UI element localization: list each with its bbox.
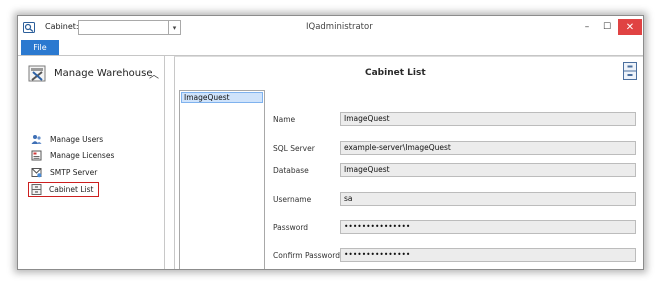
- name-label: Name: [273, 115, 296, 124]
- nav-item-label: Manage Users: [50, 135, 104, 144]
- nav-item-label: Cabinet List: [49, 185, 94, 194]
- nav-item-smtp-server[interactable]: SMTP Server: [28, 166, 153, 180]
- nav-item-label: Manage Licenses: [50, 151, 115, 160]
- maximize-button[interactable]: ☐: [598, 19, 616, 35]
- sql-server-field[interactable]: example-server\ImageQuest: [340, 141, 636, 155]
- database-label: Database: [273, 166, 309, 175]
- panel-title: Cabinet List: [365, 68, 426, 78]
- username-label: Username: [273, 195, 312, 204]
- cabinet-listbox[interactable]: ImageQuest: [179, 90, 265, 269]
- cabinet-icon[interactable]: [623, 62, 637, 80]
- chevron-down-icon[interactable]: ▾: [168, 21, 180, 34]
- database-field[interactable]: ImageQuest: [340, 163, 636, 177]
- nav-item-cabinet-list[interactable]: Cabinet List: [28, 182, 99, 197]
- content-area: Cabinet List ImageQuest Name ImageQuest …: [174, 56, 643, 269]
- name-field[interactable]: ImageQuest: [340, 112, 636, 126]
- nav-section-header[interactable]: Manage Warehouse ︿: [28, 65, 159, 83]
- license-icon: [31, 150, 42, 161]
- password-label: Password: [273, 223, 309, 232]
- username-field[interactable]: sa: [340, 192, 636, 206]
- cabinet-label: Cabinet:: [45, 22, 79, 31]
- smtp-icon: [31, 167, 42, 178]
- list-item[interactable]: ImageQuest: [181, 92, 263, 103]
- nav-item-manage-users[interactable]: Manage Users: [28, 133, 153, 147]
- nav-section-title: Manage Warehouse: [54, 68, 153, 79]
- app-icon: [23, 22, 35, 33]
- confirm-password-label: Confirm Password: [273, 251, 340, 260]
- title-bar: Cabinet: ▾ IQadministrator – ☐ ✕: [18, 16, 643, 40]
- cabinet-icon: [31, 184, 42, 195]
- users-icon: [31, 134, 42, 145]
- confirm-password-field[interactable]: •••••••••••••••: [340, 248, 636, 262]
- sql-server-label: SQL Server: [273, 144, 315, 153]
- navigation-pane: Manage Warehouse ︿ Manage Users Manage L…: [18, 56, 165, 269]
- window-title: IQadministrator: [306, 22, 373, 32]
- nav-item-label: SMTP Server: [50, 168, 98, 177]
- minimize-button[interactable]: –: [578, 19, 596, 35]
- nav-item-manage-licenses[interactable]: Manage Licenses: [28, 149, 153, 163]
- close-button[interactable]: ✕: [618, 19, 642, 35]
- file-tab[interactable]: File: [21, 40, 59, 55]
- cabinet-list-panel: Cabinet List ImageQuest Name ImageQuest …: [174, 56, 643, 269]
- chevron-up-icon[interactable]: ︿: [149, 66, 159, 81]
- app-window: Cabinet: ▾ IQadministrator – ☐ ✕ File Ma…: [17, 15, 644, 270]
- warehouse-tools-icon: [28, 65, 47, 83]
- password-field[interactable]: •••••••••••••••: [340, 220, 636, 234]
- cabinet-select[interactable]: ▾: [78, 20, 181, 35]
